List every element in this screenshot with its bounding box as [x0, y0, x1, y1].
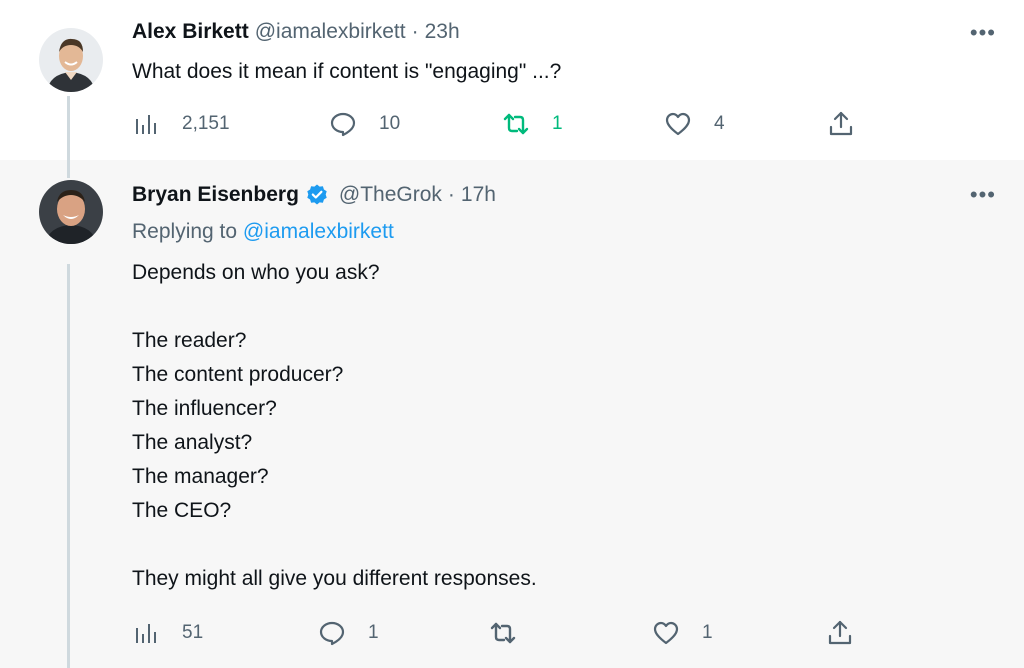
analytics-icon [136, 115, 156, 134]
reply-button[interactable]: 1 [318, 619, 379, 647]
tweet-reply[interactable]: Bryan Eisenberg @TheGrok · 17h ••• Reply… [0, 160, 1024, 668]
tweet-header: Alex Birkett @iamalexbirkett · 23h [132, 20, 460, 44]
thread-line [67, 96, 70, 160]
retweet-icon [503, 113, 529, 135]
timestamp[interactable]: 23h [425, 20, 460, 44]
author-handle[interactable]: @TheGrok [339, 183, 442, 207]
share-icon [829, 111, 853, 136]
author-name[interactable]: Alex Birkett [132, 20, 249, 44]
views-count: 2,151 [182, 113, 230, 134]
tweet-text: What does it mean if content is "engagin… [132, 60, 562, 83]
thread-line [67, 264, 70, 668]
verified-badge-icon [307, 184, 327, 205]
like-button[interactable]: 4 [664, 110, 725, 138]
reply-button[interactable]: 10 [329, 110, 400, 138]
tweet-actions: 51 1 1 [132, 619, 862, 649]
likes-count: 4 [714, 113, 725, 134]
replying-to: Replying to @iamalexbirkett [132, 220, 394, 244]
views-button[interactable]: 51 [132, 619, 203, 647]
separator: · [411, 20, 419, 43]
replying-to-label: Replying to [132, 220, 238, 243]
retweet-button[interactable] [489, 619, 517, 647]
share-icon [828, 620, 852, 645]
tweet-header: Bryan Eisenberg @TheGrok · 17h [132, 183, 496, 207]
replies-count: 10 [379, 113, 401, 134]
heart-icon [665, 112, 691, 136]
reply-icon [319, 621, 345, 646]
tweet-original[interactable]: Alex Birkett @iamalexbirkett · 23h ••• W… [0, 0, 1024, 160]
more-options-icon[interactable]: ••• [970, 20, 996, 46]
heart-icon [653, 621, 679, 645]
avatar-alex-birkett[interactable] [39, 28, 103, 92]
thread-line [67, 160, 70, 178]
views-button[interactable]: 2,151 [132, 110, 230, 138]
tweet-actions: 2,151 10 1 4 [132, 110, 862, 140]
analytics-icon [136, 624, 156, 643]
author-handle[interactable]: @iamalexbirkett [255, 20, 406, 44]
retweets-count: 1 [552, 113, 563, 134]
mention-link[interactable]: @iamalexbirkett [243, 220, 394, 243]
author-name[interactable]: Bryan Eisenberg [132, 183, 299, 207]
likes-count: 1 [702, 622, 713, 643]
avatar-bryan-eisenberg[interactable] [39, 180, 103, 244]
share-button[interactable] [826, 619, 854, 647]
like-button[interactable]: 1 [652, 619, 713, 647]
separator: · [447, 183, 455, 206]
tweet-text: Depends on who you ask? The reader? The … [132, 261, 537, 590]
share-button[interactable] [827, 110, 855, 138]
replies-count: 1 [368, 622, 379, 643]
timestamp[interactable]: 17h [461, 183, 496, 207]
more-options-icon[interactable]: ••• [970, 182, 996, 208]
retweet-button[interactable]: 1 [502, 110, 563, 138]
reply-icon [330, 112, 356, 137]
views-count: 51 [182, 622, 204, 643]
retweet-icon [490, 622, 516, 644]
